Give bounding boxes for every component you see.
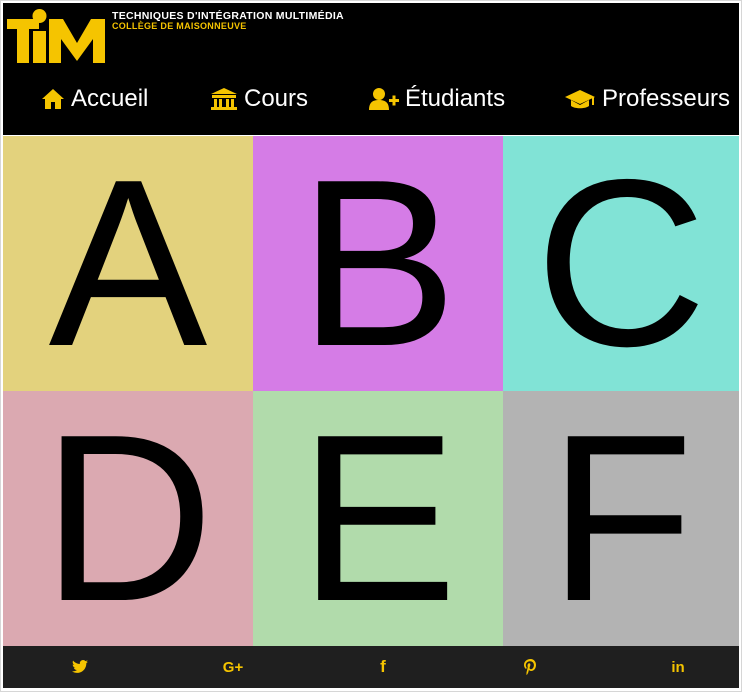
main-nav: Accueil Cours Étudiants Professeurs xyxy=(3,79,739,119)
page: TECHNIQUES D'INTÉGRATION MULTIMÉDIA COLL… xyxy=(0,0,742,692)
nav-label-etudiants: Étudiants xyxy=(405,85,506,112)
linkedin-glyph: in xyxy=(671,658,685,676)
tile-letter: F xyxy=(548,385,694,651)
nav-item-etudiants[interactable]: Étudiants xyxy=(369,79,505,119)
nav-label-cours: Cours xyxy=(244,85,309,112)
tile-letter: A xyxy=(48,130,208,396)
site-footer: G+ f in xyxy=(3,646,739,688)
home-icon xyxy=(41,88,65,110)
tile-a[interactable]: A xyxy=(3,136,253,391)
tile-f[interactable]: F xyxy=(503,391,739,646)
nav-item-professeurs[interactable]: Professeurs xyxy=(564,79,730,119)
twitter-icon[interactable] xyxy=(69,656,91,678)
tile-letter: C xyxy=(535,130,707,396)
linkedin-icon[interactable]: in xyxy=(667,656,689,678)
tile-letter: E xyxy=(298,385,458,651)
pinterest-icon[interactable] xyxy=(521,656,539,678)
google-plus-icon[interactable]: G+ xyxy=(220,656,246,678)
user-plus-icon xyxy=(369,87,399,111)
tile-c[interactable]: C xyxy=(503,136,739,391)
institution-icon xyxy=(210,87,238,111)
tile-letter: B xyxy=(298,130,458,396)
graduation-cap-icon xyxy=(564,88,596,110)
nav-item-accueil[interactable]: Accueil xyxy=(41,79,148,119)
tile-d[interactable]: D xyxy=(3,391,253,646)
nav-item-cours[interactable]: Cours xyxy=(210,79,308,119)
site-header: TECHNIQUES D'INTÉGRATION MULTIMÉDIA COLL… xyxy=(3,3,739,135)
nav-label-accueil: Accueil xyxy=(71,85,149,112)
facebook-glyph: f xyxy=(380,657,386,676)
tile-letter: D xyxy=(42,385,214,651)
school-college-name: COLLÈGE DE MAISONNEUVE xyxy=(112,21,247,31)
tim-logo[interactable] xyxy=(7,9,107,63)
google-plus-glyph: G+ xyxy=(222,658,244,676)
tile-e[interactable]: E xyxy=(253,391,503,646)
nav-label-professeurs: Professeurs xyxy=(602,85,731,112)
tile-b[interactable]: B xyxy=(253,136,503,391)
facebook-icon[interactable]: f xyxy=(375,656,391,678)
